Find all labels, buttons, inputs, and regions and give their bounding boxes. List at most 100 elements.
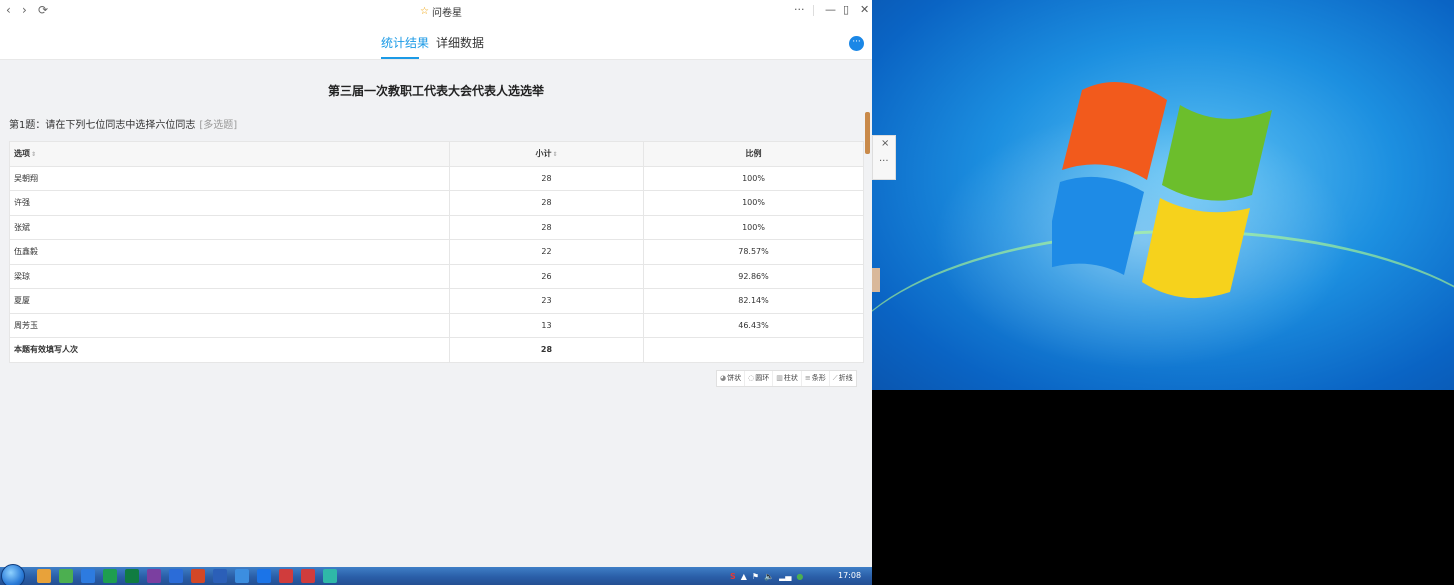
option-name: 梁琼	[9, 263, 450, 289]
chart-donut-button[interactable]: ◌ 圆环	[745, 371, 774, 386]
side-thumbnail[interactable]	[872, 268, 880, 292]
option-count: 26	[449, 263, 644, 289]
header-count[interactable]: 小计⇕	[449, 141, 644, 167]
option-count: 28	[449, 214, 644, 240]
total-count: 28	[449, 337, 644, 363]
system-tray: S ▲ ⚑ 🔈 ▂▄ ●	[730, 567, 803, 585]
menu-button[interactable]: ···	[849, 36, 864, 51]
chart-bar-button[interactable]: ≡ 条形	[802, 371, 830, 386]
header-option-label: 选项	[14, 149, 30, 159]
taskbar-app-icon[interactable]	[279, 569, 293, 583]
chart-line-button[interactable]: ⟋ 折线	[830, 371, 856, 386]
title-separator	[813, 5, 814, 16]
taskbar-app-icon[interactable]	[81, 569, 95, 583]
table-header-row: 选项⇕ 小计⇕ 比例	[9, 141, 864, 167]
clock[interactable]: 17:08	[838, 571, 861, 580]
option-ratio: 100%	[643, 165, 864, 191]
table-row: 梁琼 26 92.86%	[9, 263, 864, 289]
table-row: 张斌 28 100%	[9, 214, 864, 240]
minimize-button[interactable]: —	[825, 3, 836, 16]
question-type-tag: [多选题]	[199, 120, 238, 131]
table-row: 许强 28 100%	[9, 190, 864, 216]
chart-type-switcher: ◕ 饼状 ◌ 圆环 ▥ 柱状 ≡ 条形 ⟋ 折线	[716, 370, 857, 387]
option-ratio: 82.14%	[643, 288, 864, 314]
taskbar-app-icon[interactable]	[301, 569, 315, 583]
taskbar-app-icon[interactable]	[235, 569, 249, 583]
option-ratio: 92.86%	[643, 263, 864, 289]
donut-icon: ◌	[748, 374, 755, 382]
tab-bar: 统计结果 详细数据 ···	[0, 22, 872, 60]
wechat-icon[interactable]: ●	[796, 572, 803, 581]
sort-icon[interactable]: ⇕	[31, 151, 36, 158]
screen: × ··· ‹ › ⟳ ☆ 问卷星 ··· — ▯ ✕ 统计结果 详细数据 ··…	[0, 0, 1454, 585]
taskbar-app-icon[interactable]	[37, 569, 51, 583]
question-text: 第1题：请在下列七位同志中选择六位同志	[9, 120, 196, 131]
active-tab-indicator	[381, 57, 419, 59]
forward-icon[interactable]: ›	[22, 3, 27, 17]
option-name: 伍鑫毅	[9, 239, 450, 265]
option-count: 23	[449, 288, 644, 314]
chart-column-label: 柱状	[783, 374, 798, 382]
start-button[interactable]	[1, 564, 25, 585]
option-count: 13	[449, 312, 644, 338]
network-icon[interactable]: ▂▄	[779, 572, 791, 581]
chart-pie-label: 饼状	[727, 374, 742, 382]
taskbar-app-icon[interactable]	[323, 569, 337, 583]
total-label: 本题有效填写人次	[9, 337, 450, 363]
taskbar: S ▲ ⚑ 🔈 ▂▄ ● 17:08	[0, 564, 872, 585]
taskbar-app-icon[interactable]	[147, 569, 161, 583]
taskbar-app-icon[interactable]	[59, 569, 73, 583]
option-name: 张斌	[9, 214, 450, 240]
pie-icon: ◕	[720, 374, 727, 382]
taskbar-app-icon[interactable]	[213, 569, 227, 583]
total-ratio-empty	[643, 337, 864, 363]
taskbar-app-icon[interactable]	[103, 569, 117, 583]
tab-detailed-data[interactable]: 详细数据	[436, 34, 484, 51]
table-row: 吴朝翔 28 100%	[9, 165, 864, 191]
line-icon: ⟋	[832, 374, 838, 382]
option-name: 许强	[9, 190, 450, 216]
window-more-icon[interactable]: ···	[794, 3, 805, 16]
chart-line-label: 折线	[838, 374, 853, 382]
window-title: ☆ 问卷星	[420, 4, 462, 19]
chart-column-button[interactable]: ▥ 柱状	[773, 371, 802, 386]
table-row: 周芳玉 13 46.43%	[9, 312, 864, 338]
bar-icon: ≡	[804, 374, 811, 382]
taskbar-app-icon[interactable]	[191, 569, 205, 583]
windows-logo-icon	[1052, 82, 1272, 299]
option-ratio: 46.43%	[643, 312, 864, 338]
total-row: 本题有效填写人次 28	[9, 337, 864, 363]
volume-icon[interactable]: 🔈	[764, 572, 774, 581]
refresh-icon[interactable]: ⟳	[38, 3, 48, 17]
taskbar-app-icon[interactable]	[125, 569, 139, 583]
sort-icon[interactable]: ⇕	[552, 151, 557, 158]
ime-icon[interactable]: S	[730, 572, 736, 581]
star-icon: ☆	[420, 6, 429, 17]
close-button[interactable]: ✕	[860, 3, 869, 16]
chart-donut-label: 圆环	[755, 374, 770, 382]
option-count: 28	[449, 165, 644, 191]
side-floating-panel: × ···	[872, 135, 896, 180]
taskbar-app-icon[interactable]	[257, 569, 271, 583]
option-count: 28	[449, 190, 644, 216]
option-name: 夏厦	[9, 288, 450, 314]
tab-statistics[interactable]: 统计结果	[381, 34, 429, 51]
window-title-text: 问卷星	[431, 8, 462, 19]
column-icon: ▥	[776, 374, 783, 382]
option-name: 吴朝翔	[9, 165, 450, 191]
title-bar: ‹ › ⟳ ☆ 问卷星 ··· — ▯ ✕	[0, 0, 872, 22]
side-panel-close-icon[interactable]: ×	[881, 138, 889, 149]
restore-button[interactable]: ▯	[843, 3, 849, 16]
header-count-label: 小计	[535, 149, 552, 159]
flag-icon[interactable]: ⚑	[752, 572, 759, 581]
tray-expand-icon[interactable]: ▲	[741, 572, 747, 581]
option-ratio: 100%	[643, 190, 864, 216]
scrollbar-thumb[interactable]	[865, 112, 870, 154]
back-icon[interactable]: ‹	[6, 3, 11, 17]
chart-pie-button[interactable]: ◕ 饼状	[717, 371, 746, 386]
results-table: 选项⇕ 小计⇕ 比例 吴朝翔 28 100% 许强 28 100% 张斌 28 …	[9, 141, 864, 363]
header-option[interactable]: 选项⇕	[9, 141, 450, 167]
taskbar-app-icon[interactable]	[169, 569, 183, 583]
header-ratio: 比例	[643, 141, 864, 167]
side-panel-more-icon[interactable]: ···	[879, 156, 889, 167]
